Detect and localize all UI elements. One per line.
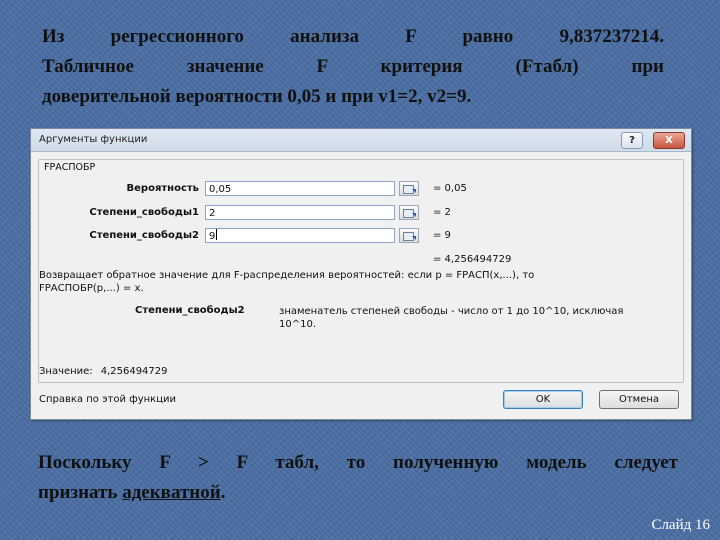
probability-result: = 0,05 xyxy=(433,183,467,194)
function-total-result: = 4,256494729 xyxy=(433,254,512,265)
parameter-description: знаменатель степеней свободы - число от … xyxy=(279,305,679,331)
top-line-2: Табличное значение F критерия (Fтабл) пр… xyxy=(42,56,664,77)
parameter-name: Степени_свободы2 xyxy=(135,305,245,316)
dialog-title: Аргументы функции xyxy=(39,134,148,145)
df2-ref-button[interactable] xyxy=(399,228,419,243)
probability-ref-button[interactable] xyxy=(399,181,419,196)
help-link[interactable]: Справка по этой функции xyxy=(39,394,176,405)
bottom-line-2-prefix: признать xyxy=(38,482,123,503)
bottom-line-2: признать адекватной. xyxy=(38,478,678,508)
help-button[interactable]: ? xyxy=(621,132,643,149)
cancel-button[interactable]: Отмена xyxy=(599,390,679,409)
param-desc-line-1: знаменатель степеней свободы - число от … xyxy=(279,306,624,317)
bottom-line-1: Поскольку F > F табл, то полученную моде… xyxy=(38,452,678,473)
arg-label-df1: Степени_свободы1 xyxy=(89,207,199,218)
underlined-word: адекватной xyxy=(122,482,221,503)
df1-ref-button[interactable] xyxy=(399,205,419,220)
arg-label-probability: Вероятность xyxy=(126,183,199,194)
dialog-titlebar: Аргументы функции ? X xyxy=(31,129,691,152)
df2-input-value: 9 xyxy=(209,231,216,242)
param-desc-line-2: 10^10. xyxy=(279,319,317,330)
slide-top-text: Из регрессионного анализа F равно 9,8372… xyxy=(42,22,664,112)
close-button[interactable]: X xyxy=(653,132,685,149)
function-description: Возвращает обратное значение для F-распр… xyxy=(39,269,639,295)
description-line-2: FРАСПОБР(p,...) = x. xyxy=(39,283,144,294)
function-name: FРАСПОБР xyxy=(44,162,96,173)
value-text: 4,256494729 xyxy=(100,366,168,377)
df2-result: = 9 xyxy=(433,230,451,241)
slide-bottom-text: Поскольку F > F табл, то полученную моде… xyxy=(38,448,678,508)
top-line-3: доверительной вероятности 0,05 и при v1=… xyxy=(42,86,472,107)
top-line-1: Из регрессионного анализа F равно 9,8372… xyxy=(42,26,664,47)
df2-input[interactable]: 9 xyxy=(205,228,395,243)
value-label: Значение: xyxy=(39,366,93,377)
text-caret xyxy=(216,229,218,240)
df1-input[interactable]: 2 xyxy=(205,205,395,220)
probability-input[interactable]: 0,05 xyxy=(205,181,395,196)
function-arguments-dialog: Аргументы функции ? X FРАСПОБР Вероятнос… xyxy=(30,128,692,420)
slide-number: Слайд 16 xyxy=(651,517,710,533)
bottom-line-2-suffix: . xyxy=(220,482,226,503)
value-line: Значение: 4,256494729 xyxy=(39,366,168,377)
ok-button[interactable]: OK xyxy=(503,390,583,409)
description-line-1: Возвращает обратное значение для F-распр… xyxy=(39,270,535,281)
df1-result: = 2 xyxy=(433,207,451,218)
arg-label-df2: Степени_свободы2 xyxy=(89,230,199,241)
